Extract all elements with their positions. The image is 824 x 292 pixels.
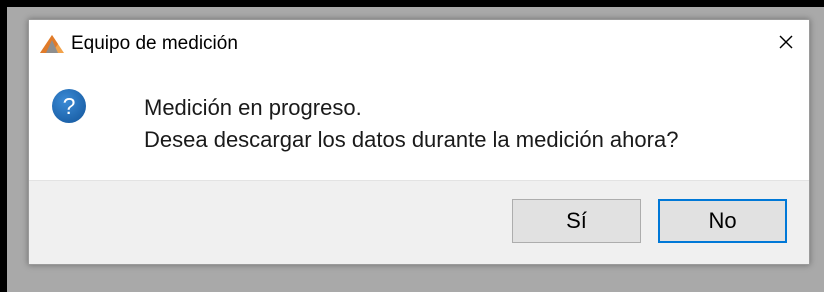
no-button[interactable]: No xyxy=(658,199,787,243)
question-icon: ? xyxy=(52,89,86,123)
close-button[interactable] xyxy=(763,20,809,64)
dialog-content: ? Medición en progreso. Desea descargar … xyxy=(29,68,809,180)
message-line-1: Medición en progreso. xyxy=(144,95,362,120)
svg-text:?: ? xyxy=(63,93,76,119)
dialog-message: Medición en progreso. Desea descargar lo… xyxy=(144,92,678,156)
close-icon xyxy=(779,35,793,49)
message-line-2: Desea descargar los datos durante la med… xyxy=(144,127,679,152)
button-bar: Sí No xyxy=(29,180,809,264)
dialog-title: Equipo de medición xyxy=(71,33,238,54)
yes-button[interactable]: Sí xyxy=(512,199,641,243)
triangle-logo-icon xyxy=(40,35,64,53)
message-dialog: Equipo de medición ? Medición en progres… xyxy=(28,19,810,265)
title-bar[interactable]: Equipo de medición xyxy=(29,20,809,68)
